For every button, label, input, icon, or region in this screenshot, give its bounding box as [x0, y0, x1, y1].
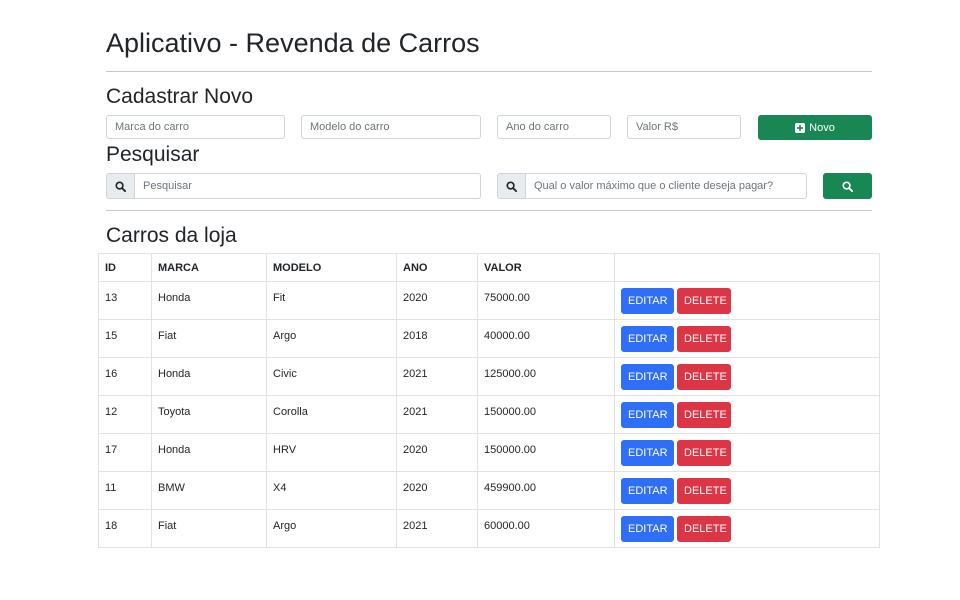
max-price-group	[497, 173, 807, 199]
cell-id: 17	[98, 433, 152, 472]
register-heading: Cadastrar Novo	[106, 85, 254, 108]
cell-ano: 2020	[396, 281, 478, 320]
search-divider	[106, 210, 872, 211]
delete-button[interactable]: DELETE	[677, 326, 731, 352]
cell-modelo: HRV	[266, 433, 397, 472]
delete-button[interactable]: DELETE	[677, 478, 731, 504]
cell-valor: 150000.00	[477, 433, 615, 472]
cell-marca: Honda	[151, 433, 267, 472]
cell-modelo: Fit	[266, 281, 397, 320]
cell-ano: 2020	[396, 471, 478, 510]
table-row: 16 Honda Civic 2021 125000.00 EDITAR DELETE	[98, 357, 880, 396]
cell-id: 13	[98, 281, 152, 320]
new-car-button-label: Novo	[809, 121, 835, 134]
column-header-id: ID	[98, 253, 152, 282]
cell-actions: EDITAR DELETE	[614, 357, 880, 396]
cell-actions: EDITAR DELETE	[614, 395, 880, 434]
cell-ano: 2021	[396, 395, 478, 434]
cars-heading: Carros da loja	[106, 224, 237, 247]
cell-actions: EDITAR DELETE	[614, 281, 880, 320]
cell-modelo: Argo	[266, 319, 397, 358]
table-row: 18 Fiat Argo 2021 60000.00 EDITAR DELETE	[98, 509, 880, 548]
edit-button[interactable]: EDITAR	[621, 402, 674, 428]
cell-marca: Honda	[151, 281, 267, 320]
edit-button[interactable]: EDITAR	[621, 516, 674, 542]
cell-valor: 40000.00	[477, 319, 615, 358]
delete-button[interactable]: DELETE	[677, 516, 731, 542]
cell-ano: 2021	[396, 357, 478, 396]
edit-button[interactable]: EDITAR	[621, 364, 674, 390]
cell-id: 18	[98, 509, 152, 548]
search-input[interactable]	[134, 173, 481, 199]
search-icon	[106, 173, 134, 199]
edit-button[interactable]: EDITAR	[621, 326, 674, 352]
search-icon	[842, 180, 853, 192]
delete-button[interactable]: DELETE	[677, 440, 731, 466]
cell-valor: 125000.00	[477, 357, 615, 396]
column-header-ano: ANO	[396, 253, 478, 282]
plus-square-icon	[795, 122, 806, 133]
year-input[interactable]	[497, 115, 611, 139]
max-price-input[interactable]	[525, 173, 807, 199]
cell-actions: EDITAR DELETE	[614, 433, 880, 472]
edit-button[interactable]: EDITAR	[621, 288, 674, 314]
column-header-marca: MARCA	[151, 253, 267, 282]
page-title: Aplicativo - Revenda de Carros	[106, 28, 480, 58]
title-divider	[106, 71, 872, 72]
cell-marca: Fiat	[151, 509, 267, 548]
new-car-button[interactable]: Novo	[758, 115, 872, 140]
edit-button[interactable]: EDITAR	[621, 478, 674, 504]
cell-id: 15	[98, 319, 152, 358]
cell-actions: EDITAR DELETE	[614, 319, 880, 358]
cell-valor: 459900.00	[477, 471, 615, 510]
cell-modelo: Civic	[266, 357, 397, 396]
column-header-actions	[614, 253, 880, 282]
table-row: 13 Honda Fit 2020 75000.00 EDITAR DELETE	[98, 281, 880, 320]
cell-valor: 150000.00	[477, 395, 615, 434]
search-button[interactable]	[823, 173, 872, 199]
search-icon	[497, 173, 525, 199]
table-body: 13 Honda Fit 2020 75000.00 EDITAR DELETE 15 Fiat…	[98, 281, 880, 548]
cell-marca: Toyota	[151, 395, 267, 434]
cell-actions: EDITAR DELETE	[614, 471, 880, 510]
table-row: 11 BMW X4 2020 459900.00 EDITAR DELETE	[98, 471, 880, 510]
cell-ano: 2018	[396, 319, 478, 358]
cell-modelo: Corolla	[266, 395, 397, 434]
cell-actions: EDITAR DELETE	[614, 509, 880, 548]
cell-modelo: X4	[266, 471, 397, 510]
column-header-valor: VALOR	[477, 253, 615, 282]
cell-valor: 60000.00	[477, 509, 615, 548]
table-header-row: ID MARCA MODELO ANO VALOR	[98, 253, 880, 282]
delete-button[interactable]: DELETE	[677, 364, 731, 390]
cell-id: 11	[98, 471, 152, 510]
cars-table: ID MARCA MODELO ANO VALOR 13 Honda Fit 2020…	[98, 253, 880, 548]
delete-button[interactable]: DELETE	[677, 402, 731, 428]
cell-marca: Fiat	[151, 319, 267, 358]
table-row: 17 Honda HRV 2020 150000.00 EDITAR DELETE	[98, 433, 880, 472]
brand-input[interactable]	[106, 115, 285, 139]
search-heading: Pesquisar	[106, 143, 200, 166]
cell-marca: Honda	[151, 357, 267, 396]
edit-button[interactable]: EDITAR	[621, 440, 674, 466]
cell-marca: BMW	[151, 471, 267, 510]
cell-id: 12	[98, 395, 152, 434]
search-group	[106, 173, 481, 199]
table-row: 15 Fiat Argo 2018 40000.00 EDITAR DELETE	[98, 319, 880, 358]
column-header-modelo: MODELO	[266, 253, 397, 282]
table-row: 12 Toyota Corolla 2021 150000.00 EDITAR DELETE	[98, 395, 880, 434]
cell-ano: 2021	[396, 509, 478, 548]
cell-modelo: Argo	[266, 509, 397, 548]
model-input[interactable]	[301, 115, 481, 139]
price-input[interactable]	[627, 115, 741, 139]
delete-button[interactable]: DELETE	[677, 288, 731, 314]
cell-valor: 75000.00	[477, 281, 615, 320]
cell-ano: 2020	[396, 433, 478, 472]
cell-id: 16	[98, 357, 152, 396]
